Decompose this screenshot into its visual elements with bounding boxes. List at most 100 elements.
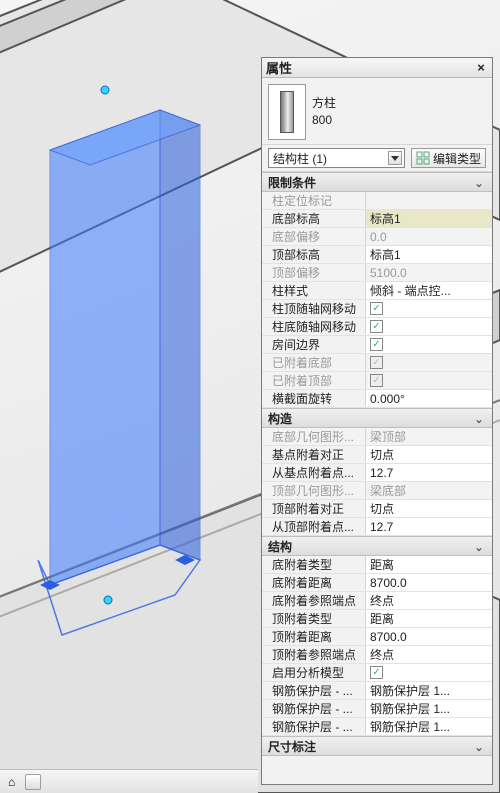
property-value: 梁顶部 — [366, 428, 492, 445]
property-label: 顶部标高 — [262, 246, 366, 263]
panel-titlebar[interactable]: 属性 × — [262, 58, 492, 78]
property-value: ✓ — [366, 372, 492, 389]
property-value[interactable]: 12.7 — [366, 464, 492, 481]
checkbox[interactable]: ✓ — [370, 338, 383, 351]
group-header[interactable]: 结构 ⌄ — [262, 536, 492, 556]
property-label: 房间边界 — [262, 336, 366, 353]
checkbox[interactable]: ✓ — [370, 666, 383, 679]
property-row: 房间边界 ✓ — [262, 336, 492, 354]
property-row: 底部标高标高1 — [262, 210, 492, 228]
property-value[interactable]: 终点 — [366, 592, 492, 609]
property-label: 柱顶随轴网移动 — [262, 300, 366, 317]
chevron-down-icon[interactable] — [388, 151, 402, 165]
property-row: 柱底随轴网移动✓ — [262, 318, 492, 336]
property-label: 已附着顶部 — [262, 372, 366, 389]
property-value: 0.0 — [366, 228, 492, 245]
property-row: 钢筋保护层 - ...钢筋保护层 1... — [262, 700, 492, 718]
panel-title-text: 属性 — [266, 58, 292, 77]
type-name: 800 — [312, 112, 336, 129]
property-row: 柱样式倾斜 - 端点控... — [262, 282, 492, 300]
group-name: 尺寸标注 — [268, 738, 316, 755]
property-value[interactable]: 8700.0 — [366, 628, 492, 645]
statusbar-icon[interactable] — [25, 774, 41, 790]
property-value[interactable]: 钢筋保护层 1... — [366, 718, 492, 735]
property-value[interactable]: 切点 — [366, 446, 492, 463]
collapse-icon[interactable]: ⌄ — [472, 540, 486, 554]
property-label: 底部几何图形... — [262, 428, 366, 445]
property-row: 底附着类型距离 — [262, 556, 492, 574]
property-row: 从基点附着点...12.7 — [262, 464, 492, 482]
property-label: 柱样式 — [262, 282, 366, 299]
instance-selector-text: 结构柱 (1) — [273, 150, 327, 167]
checkbox[interactable]: ✓ — [370, 320, 383, 333]
property-row: 已附着底部✓ — [262, 354, 492, 372]
property-row: 底部偏移0.0 — [262, 228, 492, 246]
property-value[interactable]: 钢筋保护层 1... — [366, 700, 492, 717]
property-label: 基点附着对正 — [262, 446, 366, 463]
property-value[interactable]: 切点 — [366, 500, 492, 517]
property-value: 5100.0 — [366, 264, 492, 281]
group-header[interactable]: 尺寸标注 ⌄ — [262, 736, 492, 756]
property-value[interactable]: 标高1 — [366, 210, 492, 227]
property-grid[interactable]: 限制条件⌄柱定位标记底部标高标高1底部偏移0.0顶部标高标高1顶部偏移5100.… — [262, 172, 492, 784]
property-row: 柱定位标记 — [262, 192, 492, 210]
property-label: 从基点附着点... — [262, 464, 366, 481]
group-header[interactable]: 限制条件⌄ — [262, 172, 492, 192]
property-row: 顶部偏移5100.0 — [262, 264, 492, 282]
property-row: 顶部附着对正切点 — [262, 500, 492, 518]
checkbox: ✓ — [370, 356, 383, 369]
collapse-icon[interactable]: ⌄ — [472, 176, 486, 190]
property-value: 梁底部 — [366, 482, 492, 499]
property-row: 基点附着对正切点 — [262, 446, 492, 464]
close-icon[interactable]: × — [474, 60, 488, 75]
instance-selector[interactable]: 结构柱 (1) — [268, 148, 405, 168]
property-value[interactable]: 终点 — [366, 646, 492, 663]
property-value[interactable]: 距离 — [366, 556, 492, 573]
property-value[interactable]: 距离 — [366, 610, 492, 627]
group-header[interactable]: 构造 ⌄ — [262, 408, 492, 428]
property-label: 柱定位标记 — [262, 192, 366, 209]
type-selector-row[interactable]: 方柱 800 — [262, 78, 492, 145]
property-row: 钢筋保护层 - ...钢筋保护层 1... — [262, 718, 492, 736]
property-value[interactable]: ✓ — [366, 318, 492, 335]
property-label: 顶部附着对正 — [262, 500, 366, 517]
collapse-icon[interactable]: ⌄ — [472, 740, 486, 754]
property-row: 顶部几何图形...梁底部 — [262, 482, 492, 500]
checkbox: ✓ — [370, 374, 383, 387]
property-label: 底部标高 — [262, 210, 366, 227]
edit-type-icon — [416, 151, 430, 165]
property-value[interactable]: 钢筋保护层 1... — [366, 682, 492, 699]
property-row: 启用分析模型 ✓ — [262, 664, 492, 682]
property-value[interactable]: 8700.0 — [366, 574, 492, 591]
group-name: 构造 — [268, 410, 292, 427]
property-label: 顶部偏移 — [262, 264, 366, 281]
property-label: 顶附着类型 — [262, 610, 366, 627]
property-value: ✓ — [366, 354, 492, 371]
property-value — [366, 192, 492, 209]
property-row: 顶部标高标高1 — [262, 246, 492, 264]
property-value[interactable]: 倾斜 - 端点控... — [366, 282, 492, 299]
property-value[interactable]: ✓ — [366, 300, 492, 317]
group-name: 结构 — [268, 538, 292, 555]
status-bar: ⌂ — [0, 769, 258, 793]
checkbox[interactable]: ✓ — [370, 302, 383, 315]
edit-type-button[interactable]: 编辑类型 — [411, 148, 486, 168]
zoom-display[interactable]: ⌂ — [8, 775, 15, 789]
property-label: 底部偏移 — [262, 228, 366, 245]
collapse-icon[interactable]: ⌄ — [472, 412, 486, 426]
property-row: 底部几何图形...梁顶部 — [262, 428, 492, 446]
property-value[interactable]: 12.7 — [366, 518, 492, 535]
property-row: 已附着顶部 ✓ — [262, 372, 492, 390]
property-value[interactable]: ✓ — [366, 336, 492, 353]
property-value[interactable]: ✓ — [366, 664, 492, 681]
property-label: 启用分析模型 — [262, 664, 366, 681]
properties-panel: 属性 × 方柱 800 结构柱 (1) 编辑类型 限制条件⌄柱定位标记底部标高标… — [261, 57, 493, 785]
property-value[interactable]: 标高1 — [366, 246, 492, 263]
property-label: 钢筋保护层 - ... — [262, 700, 366, 717]
property-row: 横截面旋转0.000° — [262, 390, 492, 408]
property-row: 顶附着类型距离 — [262, 610, 492, 628]
property-label: 底附着距离 — [262, 574, 366, 591]
property-row: 柱顶随轴网移动 ✓ — [262, 300, 492, 318]
property-value[interactable]: 0.000° — [366, 390, 492, 407]
property-row: 钢筋保护层 - ...钢筋保护层 1... — [262, 682, 492, 700]
